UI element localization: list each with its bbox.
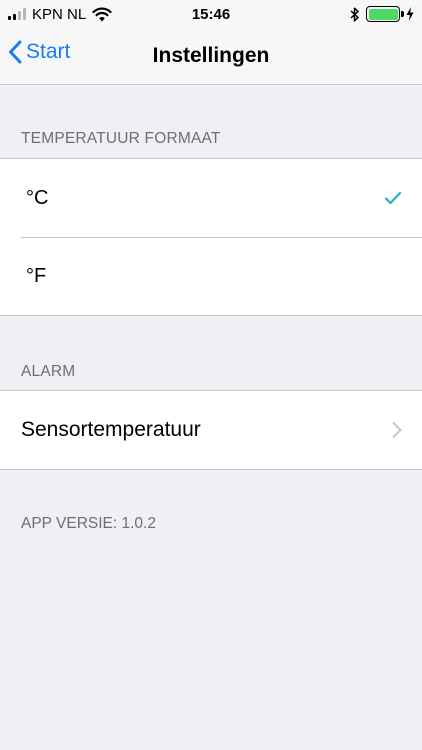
app-version-text: APP VERSIE: 1.0.2	[21, 515, 156, 532]
status-bar-right	[350, 6, 414, 22]
checkmark-icon	[384, 191, 402, 205]
navigation-bar: Start Instellingen	[0, 28, 422, 85]
option-fahrenheit[interactable]: °F	[0, 237, 422, 315]
sensor-temperature-item[interactable]: Sensortemperatuur	[0, 391, 422, 469]
status-bar-left: KPN NL	[8, 6, 112, 23]
option-fahrenheit-label: °F	[26, 264, 47, 287]
chevron-right-icon	[392, 422, 402, 439]
bluetooth-icon	[350, 6, 360, 22]
charging-bolt-icon	[406, 7, 414, 21]
battery-level-fill	[368, 8, 398, 20]
carrier-name: KPN NL	[32, 5, 87, 23]
option-celsius[interactable]: °C	[0, 159, 422, 237]
section-header-temperature: TEMPERATUUR FORMAAT	[21, 130, 221, 147]
settings-screen: KPN NL 15:46 Start Instellingen TEMPERAT…	[0, 0, 422, 750]
wifi-icon	[92, 7, 112, 22]
option-celsius-label: °C	[26, 186, 49, 209]
cellular-signal-icon	[8, 8, 26, 20]
alarm-group: Sensortemperatuur	[0, 390, 422, 470]
status-bar: KPN NL 15:46	[0, 0, 422, 28]
battery-icon	[366, 6, 404, 22]
section-header-alarm: ALARM	[21, 363, 76, 380]
sensor-temperature-label: Sensortemperatuur	[21, 418, 201, 441]
page-title: Instellingen	[152, 44, 270, 67]
temperature-options-group: °C °F	[0, 158, 422, 316]
